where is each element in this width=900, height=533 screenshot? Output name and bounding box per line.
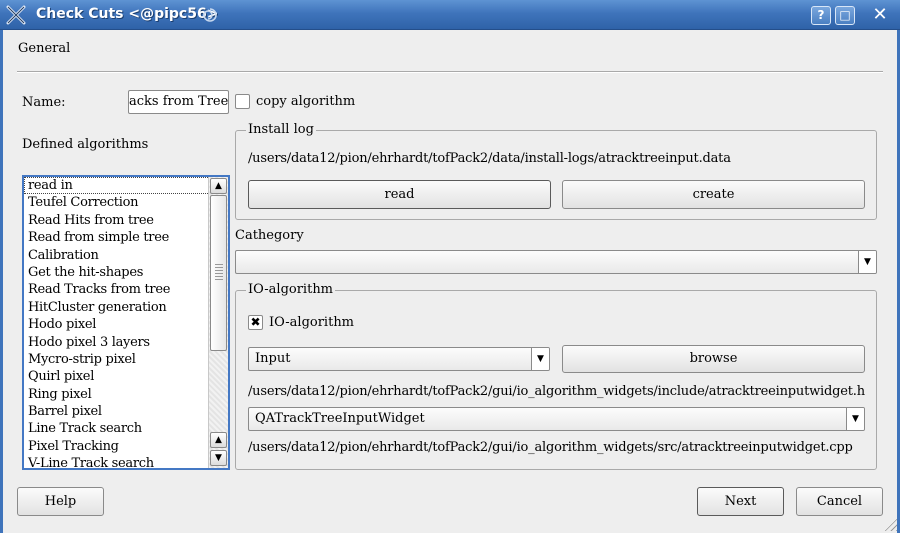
close-button[interactable]: ✕ — [870, 6, 890, 25]
source-path: /users/data12/pion/ehrhardt/tofPack2/gui… — [248, 440, 853, 455]
algorithms-list-items: read in Teufel Correction Read Hits from t… — [24, 177, 210, 468]
install-log-path: /users/data12/pion/ehrhardt/tofPack2/dat… — [248, 151, 731, 166]
io-algorithm-group: IO-algorithm ✖ IO-algorithm Input ▼ brow… — [235, 282, 877, 470]
resize-grip-icon[interactable] — [883, 517, 897, 531]
io-algorithm-checkbox[interactable]: ✖ — [248, 315, 263, 330]
widget-dropdown[interactable]: QATrackTreeInputWidget ▼ — [248, 407, 865, 431]
category-label: Cathegory — [235, 228, 304, 243]
cancel-button[interactable]: Cancel — [796, 487, 883, 516]
page-title: General — [18, 41, 71, 56]
list-item[interactable]: Ring pixel — [24, 386, 210, 403]
algorithms-list[interactable]: read in Teufel Correction Read Hits from t… — [22, 175, 230, 470]
widget-value: QATrackTreeInputWidget — [255, 411, 425, 426]
grip-icon — [215, 264, 223, 280]
install-log-title: Install log — [246, 122, 316, 137]
app-icon — [6, 5, 26, 25]
defined-algorithms-label: Defined algorithms — [22, 137, 149, 152]
list-item[interactable]: Hodo pixel 3 layers — [24, 334, 210, 351]
context-help-button[interactable]: ? — [811, 6, 831, 25]
window-frame-left — [0, 30, 3, 533]
list-item[interactable]: Pixel Tracking — [24, 438, 210, 455]
name-input[interactable]: acks from Tree — [128, 90, 229, 114]
list-item[interactable]: V-Line Track search — [24, 455, 210, 468]
io-type-dropdown[interactable]: Input ▼ — [248, 347, 550, 371]
list-item[interactable]: Barrel pixel — [24, 403, 210, 420]
help-button[interactable]: Help — [17, 487, 104, 516]
list-item[interactable]: Read from simple tree — [24, 229, 210, 246]
list-item[interactable]: Get the hit-shapes — [24, 264, 210, 281]
list-item[interactable]: Line Track search — [24, 420, 210, 437]
list-scrollbar[interactable]: ▲ ▲ ▼ — [208, 177, 228, 468]
list-item[interactable]: read in — [24, 177, 210, 195]
list-item[interactable]: HitCluster generation — [24, 299, 210, 316]
name-label: Name: — [22, 95, 66, 110]
scroll-up-icon[interactable]: ▲ — [210, 432, 227, 448]
io-type-value: Input — [255, 351, 291, 366]
chevron-down-icon[interactable]: ▼ — [858, 251, 876, 273]
io-algorithm-title: IO-algorithm — [246, 282, 336, 297]
swirl-icon — [203, 8, 217, 22]
title-bar[interactable]: Check Cuts <@pipc56> ? □ ✕ — [0, 0, 900, 30]
scrollbar-handle[interactable] — [210, 195, 227, 351]
list-item[interactable]: Calibration — [24, 247, 210, 264]
category-dropdown[interactable]: ▼ — [235, 250, 877, 274]
list-item[interactable]: Hodo pixel — [24, 316, 210, 333]
install-log-group: Install log /users/data12/pion/ehrhardt/… — [235, 122, 877, 220]
list-item[interactable]: Quirl pixel — [24, 368, 210, 385]
next-button[interactable]: Next — [697, 487, 784, 516]
header-path: /users/data12/pion/ehrhardt/tofPack2/gui… — [248, 384, 865, 399]
browse-button[interactable]: browse — [562, 345, 865, 373]
scroll-up-icon[interactable]: ▲ — [210, 178, 227, 194]
io-algorithm-checkbox-label[interactable]: IO-algorithm — [269, 315, 354, 330]
read-button[interactable]: read — [248, 180, 551, 209]
divider — [17, 71, 883, 73]
list-item[interactable]: Read Hits from tree — [24, 212, 210, 229]
maximize-button[interactable]: □ — [835, 6, 855, 25]
chevron-down-icon[interactable]: ▼ — [846, 408, 864, 430]
copy-algorithm-label[interactable]: copy algorithm — [256, 94, 355, 109]
scroll-down-icon[interactable]: ▼ — [210, 450, 227, 466]
create-button[interactable]: create — [562, 180, 865, 209]
list-item[interactable]: Read Tracks from tree — [24, 281, 210, 298]
copy-algorithm-checkbox[interactable] — [235, 94, 250, 109]
list-item[interactable]: Mycro-strip pixel — [24, 351, 210, 368]
list-item[interactable]: Teufel Correction — [24, 194, 210, 211]
chevron-down-icon[interactable]: ▼ — [531, 348, 549, 370]
window-title: Check Cuts <@pipc56> — [36, 6, 219, 22]
